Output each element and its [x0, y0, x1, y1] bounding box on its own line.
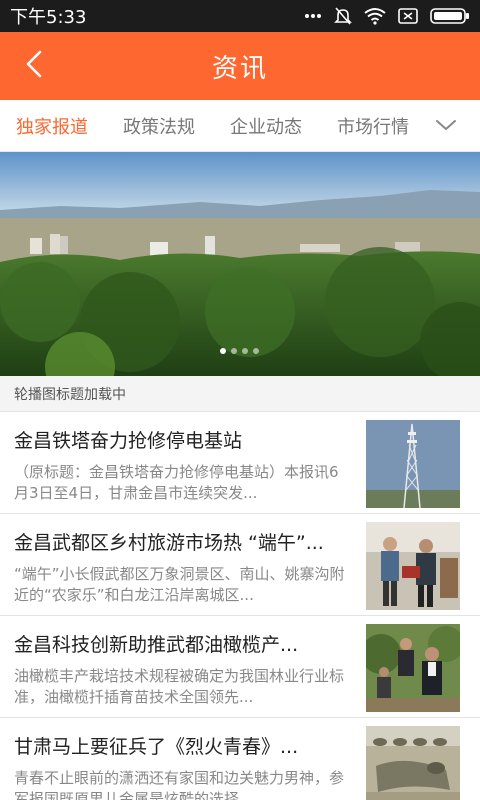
- news-summary: 油橄榄丰产栽培技术规程被确定为我国林业行业标准，油橄榄扦插育苗技术全国领先...: [14, 667, 345, 706]
- news-thumbnail: [366, 522, 460, 610]
- tab-company-news[interactable]: 企业动态: [230, 100, 302, 152]
- carousel-dot[interactable]: [253, 348, 259, 354]
- news-thumbnail: [366, 726, 460, 800]
- news-summary: （原标题：金昌铁塔奋力抢修停电基站）本报讯6月3日至4日，甘肃金昌市连续突发..…: [14, 463, 339, 502]
- status-time: 下午5:33: [10, 7, 87, 28]
- battery-icon: [430, 7, 470, 25]
- category-tabs: 独家报道 政策法规 企业动态 市场行情: [0, 100, 480, 152]
- news-title: 金昌科技创新助推武都油橄榄产...: [14, 634, 299, 656]
- tab-policy[interactable]: 政策法规: [123, 100, 195, 152]
- news-thumbnail: [366, 624, 460, 712]
- banner-image: [0, 152, 480, 376]
- banner-caption: 轮播图标题加载中: [0, 376, 480, 412]
- sim-icon: [398, 8, 418, 24]
- tabs-expand-button[interactable]: [432, 112, 460, 140]
- news-item[interactable]: 金昌科技创新助推武都油橄榄产... 油橄榄丰产栽培技术规程被确定为我国林业行业标…: [0, 616, 480, 718]
- carousel-dot[interactable]: [231, 348, 237, 354]
- news-title: 金昌铁塔奋力抢修停电基站: [14, 430, 243, 452]
- tab-market[interactable]: 市场行情: [337, 100, 409, 152]
- carousel-indicator: [220, 348, 259, 354]
- news-item[interactable]: 金昌铁塔奋力抢修停电基站 （原标题：金昌铁塔奋力抢修停电基站）本报讯6月3日至4…: [0, 412, 480, 514]
- tab-exclusive[interactable]: 独家报道: [16, 100, 88, 152]
- page-title: 资讯: [211, 53, 268, 84]
- chevron-down-icon: [435, 117, 457, 136]
- news-thumbnail: [366, 420, 460, 508]
- mute-icon: [334, 6, 352, 26]
- news-title: 金昌武都区乡村旅游市场热 “端午”...: [14, 532, 324, 554]
- status-bar: 下午5:33: [0, 0, 480, 32]
- dots-icon: [304, 13, 322, 19]
- news-item[interactable]: 甘肃马上要征兵了《烈火青春》... 青春不止眼前的潇洒还有家国和边关魅力男神，参…: [0, 718, 480, 800]
- chevron-left-icon: [24, 49, 44, 83]
- news-summary: “端午”小长假武都区万象洞景区、南山、姚寨沟附近的“农家乐”和白龙江沿岸离城区.…: [14, 565, 345, 604]
- status-icons: [304, 6, 470, 26]
- banner-carousel[interactable]: [0, 152, 480, 376]
- carousel-dot[interactable]: [242, 348, 248, 354]
- wifi-icon: [364, 7, 386, 25]
- carousel-dot[interactable]: [220, 348, 226, 354]
- news-title: 甘肃马上要征兵了《烈火青春》...: [14, 736, 299, 758]
- app-header: 资讯: [0, 32, 480, 100]
- back-button[interactable]: [10, 42, 58, 90]
- news-item[interactable]: 金昌武都区乡村旅游市场热 “端午”... “端午”小长假武都区万象洞景区、南山、…: [0, 514, 480, 616]
- news-summary: 青春不止眼前的潇洒还有家国和边关魅力男神，参军报国既原男儿金属是炫酷的选择...: [14, 769, 345, 800]
